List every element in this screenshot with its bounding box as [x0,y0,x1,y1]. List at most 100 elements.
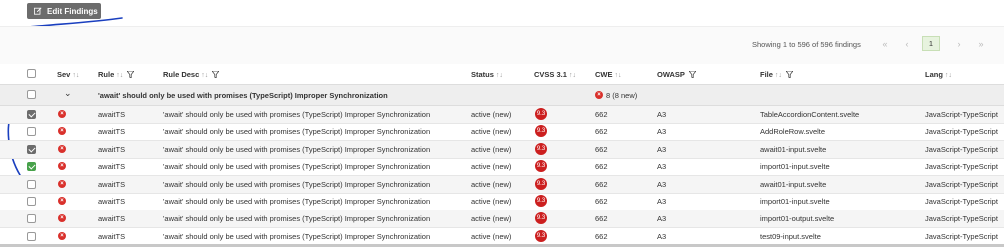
col-rule[interactable]: Rule ↑↓ [98,70,135,79]
owasp-cell: A3 [657,144,667,154]
rule-cell[interactable]: awaitTS [98,145,125,154]
pagination-bar: Showing 1 to 596 of 596 findings « ‹ 1 ›… [0,26,1004,65]
error-icon: × [595,91,603,99]
cvss-badge: 9.3 [535,177,547,190]
rule-cell[interactable]: awaitTS [98,214,125,223]
severity-critical-icon: × [58,231,66,240]
next-page-button[interactable]: › [950,36,968,51]
group-count: 8 (8 new) [606,91,638,100]
table-row[interactable]: × awaitTS 'await' should only be used with… [0,123,1004,142]
prev-page-button[interactable]: ‹ [898,36,916,51]
row-checkbox[interactable] [27,144,36,154]
owasp-cell: A3 [657,231,667,241]
page-1-button[interactable]: 1 [922,36,940,51]
col-cvss[interactable]: CVSS 3.1 ↑↓ [534,70,576,79]
filter-icon [212,71,220,78]
cvss-badge: 9.3 [535,142,547,155]
cwe-cell: 662 [595,127,608,137]
cwe-cell: 662 [595,179,608,189]
col-file[interactable]: File ↑↓ [760,70,793,79]
col-status[interactable]: Status ↑↓ [471,70,503,79]
col-rule-desc[interactable]: Rule Desc ↑↓ [163,70,220,79]
owasp-cell: A3 [657,214,667,224]
cwe-cell: 662 [595,162,608,172]
owasp-cell: A3 [657,197,667,206]
rule-desc-cell: 'await' should only be used with promise… [163,179,431,189]
lang-cell: JavaScript-TypeScript [925,179,998,189]
rule-cell[interactable]: awaitTS [98,110,125,119]
col-owasp[interactable]: OWASP [657,70,696,79]
file-cell[interactable]: await01-input.svelte [760,145,826,154]
results-count: Showing 1 to 596 of 596 findings [752,40,861,49]
row-checkbox[interactable] [27,179,36,189]
last-page-button[interactable]: » [972,36,990,51]
edit-icon [34,7,42,15]
lang-cell: JavaScript-TypeScript [925,144,998,154]
file-cell[interactable]: import01-input.svelte [760,197,830,206]
lang-cell: JavaScript-TypeScript [925,127,998,137]
col-lang[interactable]: Lang ↑↓ [925,70,952,79]
col-cwe[interactable]: CWE ↑↓ [595,70,622,79]
status-cell: active (new) [471,144,512,154]
lang-cell: JavaScript-TypeScript [925,197,998,206]
rule-desc-cell: 'await' should only be used with promise… [163,127,431,137]
severity-critical-icon: × [58,162,66,171]
file-cell[interactable]: test09-input.svelte [760,232,821,241]
lang-cell: JavaScript-TypeScript [925,214,998,224]
row-checkbox[interactable] [27,231,36,241]
group-checkbox[interactable] [27,90,36,99]
cwe-cell: 662 [595,214,608,224]
rule-desc-cell: 'await' should only be used with promise… [163,162,431,172]
lang-cell: JavaScript-TypeScript [925,110,998,119]
owasp-cell: A3 [657,127,667,137]
chevron-down-icon[interactable]: ⌄ [64,88,72,99]
file-cell[interactable]: AddRoleRow.svelte [760,127,825,136]
table-row[interactable]: × awaitTS 'await' should only be used with… [0,210,1004,229]
table-row[interactable]: × awaitTS 'await' should only be used with… [0,193,1004,211]
cvss-badge: 9.3 [535,195,547,207]
file-cell[interactable]: await01-input.svelte [760,180,826,189]
file-cell[interactable]: import01-output.svelte [760,214,834,223]
status-cell: active (new) [471,231,512,241]
status-cell: active (new) [471,179,512,189]
col-sev[interactable]: Sev ↑↓ [57,70,79,79]
rule-cell[interactable]: awaitTS [98,180,125,189]
row-checkbox[interactable] [27,197,36,206]
cvss-badge: 9.3 [535,160,547,173]
status-cell: active (new) [471,214,512,224]
row-checkbox[interactable] [27,214,36,224]
table-row[interactable]: × awaitTS 'await' should only be used with… [0,158,1004,177]
row-checkbox[interactable] [27,127,36,137]
table-row[interactable]: × awaitTS 'await' should only be used with… [0,106,1004,124]
lang-cell: JavaScript-TypeScript [925,162,998,172]
rule-desc-cell: 'await' should only be used with promise… [163,197,431,206]
table-row[interactable]: × awaitTS 'await' should only be used with… [0,175,1004,194]
row-checkbox[interactable] [27,162,36,172]
finding-group-row[interactable]: ⌄ 'await' should only be used with promi… [0,85,1004,106]
rule-cell[interactable]: awaitTS [98,127,125,136]
severity-critical-icon: × [58,197,66,205]
group-title: 'await' should only be used with promise… [98,91,388,100]
rule-cell[interactable]: awaitTS [98,197,125,206]
cwe-cell: 662 [595,144,608,154]
table-row[interactable]: × awaitTS 'await' should only be used with… [0,140,1004,159]
cwe-cell: 662 [595,110,608,119]
select-all-checkbox[interactable] [27,69,36,78]
cvss-badge: 9.3 [535,125,547,138]
file-cell[interactable]: import01-input.svelte [760,162,830,171]
rule-cell[interactable]: awaitTS [98,232,125,241]
file-cell[interactable]: TableAccordionContent.svelte [760,110,859,119]
first-page-button[interactable]: « [876,36,894,51]
edit-findings-label: Edit Findings [47,6,98,16]
cwe-cell: 662 [595,197,608,206]
rule-cell[interactable]: awaitTS [98,162,125,171]
lang-cell: JavaScript-TypeScript [925,231,998,241]
row-checkbox[interactable] [27,110,36,119]
status-cell: active (new) [471,110,512,119]
severity-critical-icon: × [58,214,66,223]
cvss-badge: 9.3 [535,108,547,120]
edit-findings-button[interactable]: Edit Findings [27,3,101,19]
rule-desc-cell: 'await' should only be used with promise… [163,144,431,154]
filter-icon [688,71,696,78]
severity-critical-icon: × [58,179,66,188]
